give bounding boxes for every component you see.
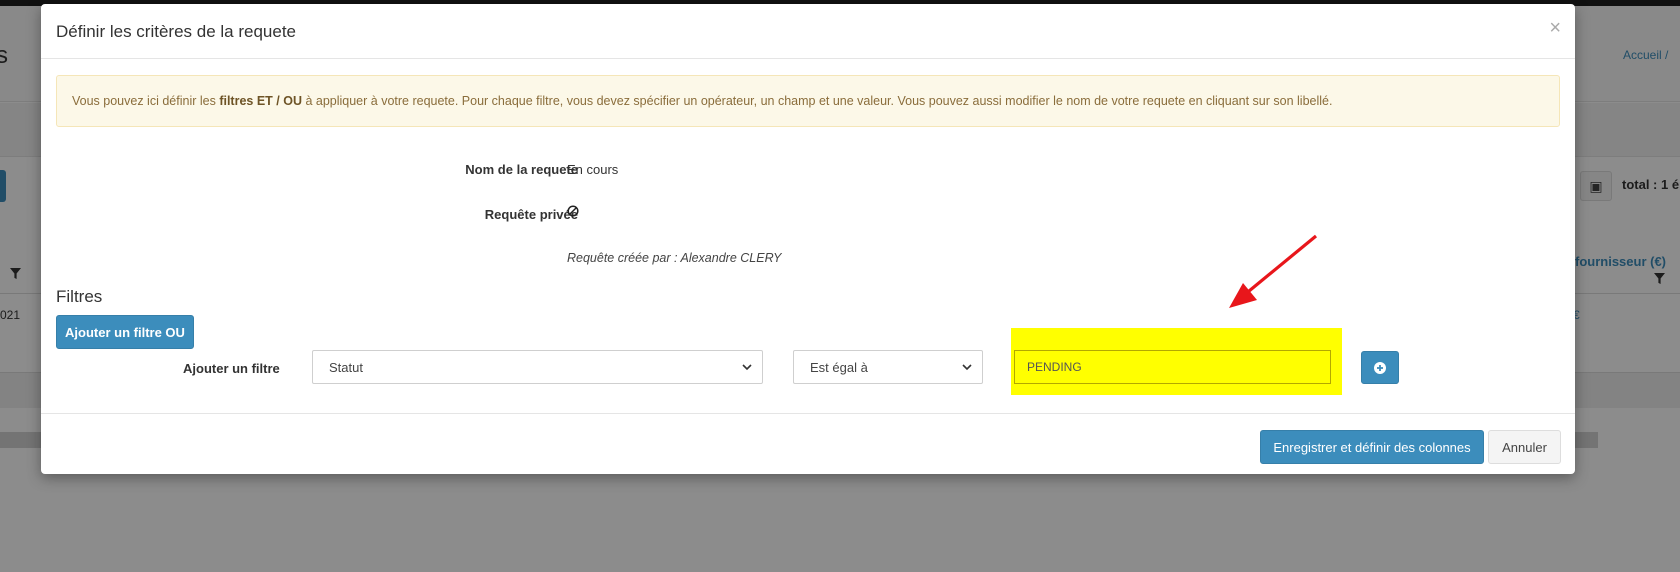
info-alert: Vous pouvez ici définir les filtres ET /… [56, 75, 1560, 127]
chevron-down-icon [962, 364, 972, 371]
red-arrow-annotation [1229, 234, 1318, 308]
cancel-button[interactable]: Annuler [1488, 430, 1561, 464]
close-icon[interactable]: × [1549, 18, 1561, 38]
save-and-define-columns-button[interactable]: Enregistrer et définir des colonnes [1260, 430, 1484, 464]
operator-select-value: Est égal à [810, 359, 868, 375]
add-filter-button[interactable] [1361, 351, 1399, 384]
alert-text-bold: filtres ET / OU [219, 94, 302, 108]
query-name-value[interactable]: En cours [567, 162, 618, 177]
query-criteria-modal: Définir les critères de la requete × Vou… [41, 4, 1575, 474]
add-filter-label: Ajouter un filtre [183, 361, 280, 376]
modal-title: Définir les critères de la requete [56, 22, 297, 41]
plus-circle-icon [1374, 361, 1386, 374]
field-select-value: Statut [329, 359, 363, 375]
modal-header: Définir les critères de la requete × [41, 4, 1575, 59]
private-query-label: Requête privée [484, 207, 578, 222]
operator-select[interactable]: Est égal à [793, 350, 983, 384]
filters-section-title: Filtres [56, 287, 103, 306]
alert-text-after: à appliquer à votre requete. Pour chaque… [301, 94, 1333, 108]
alert-text-before: Vous pouvez ici définir les [72, 94, 220, 108]
filter-value-input[interactable] [1014, 350, 1331, 384]
add-or-filter-button[interactable]: Ajouter un filtre OU [56, 315, 194, 349]
creator-info: Requête créée par : Alexandre CLERY [567, 251, 782, 265]
field-select[interactable]: Statut [312, 350, 763, 384]
query-name-label: Nom de la requete [465, 162, 578, 177]
ban-icon[interactable] [567, 205, 579, 217]
chevron-down-icon [742, 364, 752, 371]
